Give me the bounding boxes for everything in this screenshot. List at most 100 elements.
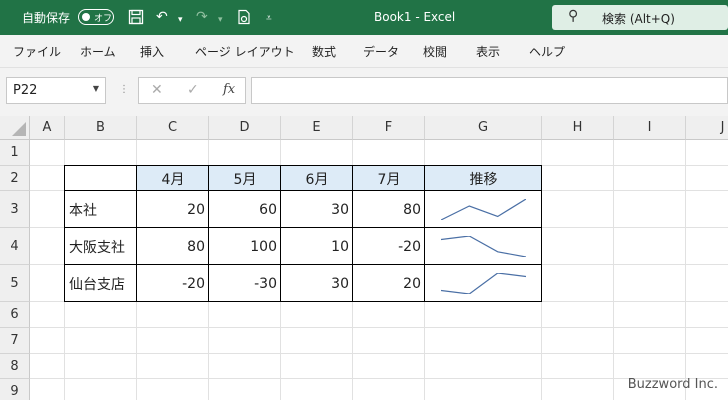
tab-insert[interactable]: 挿入 <box>140 43 164 60</box>
grid-line <box>685 140 686 400</box>
name-box[interactable]: P22 ▼ <box>6 77 106 104</box>
cancel-icon[interactable]: ✕ <box>151 82 163 98</box>
column-header-b[interactable]: B <box>65 116 137 140</box>
sparkline-series <box>441 273 526 294</box>
table-border <box>136 165 137 302</box>
toggle-knob <box>82 13 90 21</box>
tab-file[interactable]: ファイル <box>13 43 61 60</box>
title-bar: 自動保存 オフ ↶ ▾ ↷ ▾ ⩡ Book1 - Excel ⚲ 検索 (Al… <box>0 0 728 35</box>
ribbon-tabs: ファイル ホーム 挿入 ページ レイアウト 数式 データ 校閲 表示 ヘルプ <box>0 35 728 68</box>
row-label-cell[interactable]: 大阪支社 <box>65 228 137 265</box>
value-cell[interactable]: -30 <box>209 265 281 302</box>
select-all-corner[interactable] <box>0 116 30 140</box>
column-header-e[interactable]: E <box>281 116 353 140</box>
toggle-state-label: オフ <box>94 14 113 24</box>
more-icon: ⋮ <box>119 84 129 95</box>
table-border <box>280 165 281 302</box>
column-header-f[interactable]: F <box>353 116 425 140</box>
row-header-6[interactable]: 6 <box>0 302 30 328</box>
grid-line <box>613 140 614 400</box>
value-cell[interactable]: 30 <box>281 265 353 302</box>
redo-icon[interactable]: ↷ <box>196 9 208 25</box>
table-border <box>64 165 65 302</box>
value-cell[interactable]: -20 <box>137 265 209 302</box>
row-header-8[interactable]: 8 <box>0 354 30 379</box>
formula-input[interactable] <box>251 77 728 104</box>
value-cell[interactable]: 80 <box>353 191 425 228</box>
row-header-5[interactable]: 5 <box>0 265 30 302</box>
autosave-label: 自動保存 <box>22 11 71 25</box>
table-border <box>541 165 542 302</box>
row-label-cell[interactable]: 本社 <box>65 191 137 228</box>
value-cell[interactable]: 100 <box>209 228 281 265</box>
table-border <box>208 165 209 302</box>
autosave-toggle[interactable]: オフ <box>78 9 114 25</box>
grid-line <box>30 327 728 328</box>
tab-data[interactable]: データ <box>363 43 399 60</box>
grid-line <box>30 378 728 379</box>
search-label: 検索 (Alt+Q) <box>602 12 675 26</box>
chevron-down-icon[interactable]: ▼ <box>93 84 99 93</box>
tab-help[interactable]: ヘルプ <box>529 43 565 60</box>
document-title: Book1 - Excel <box>374 10 456 24</box>
value-cell[interactable]: 10 <box>281 228 353 265</box>
sparkline-series <box>441 236 526 257</box>
column-header-a[interactable]: A <box>30 116 65 140</box>
table-border <box>424 165 425 302</box>
redo-dropdown-icon[interactable]: ▾ <box>218 12 223 28</box>
row-header-7[interactable]: 7 <box>0 328 30 354</box>
header-cell[interactable]: 7月 <box>353 166 425 191</box>
header-cell[interactable]: 5月 <box>209 166 281 191</box>
column-header-j[interactable]: J <box>686 116 728 140</box>
search-icon: ⚲ <box>568 8 579 24</box>
table-border <box>64 190 542 191</box>
tab-page-layout[interactable]: ページ レイアウト <box>195 43 295 60</box>
print-preview-icon[interactable] <box>236 9 252 29</box>
formula-bar-area: P22 ▼ ⋮ ✕ ✓ fx <box>0 68 728 116</box>
row-header-1[interactable]: 1 <box>0 140 30 166</box>
tab-home[interactable]: ホーム <box>80 43 116 60</box>
column-header-d[interactable]: D <box>209 116 281 140</box>
column-header-i[interactable]: I <box>614 116 686 140</box>
value-cell[interactable]: 20 <box>353 265 425 302</box>
row-header-4[interactable]: 4 <box>0 228 30 265</box>
value-cell[interactable]: 30 <box>281 191 353 228</box>
table-border <box>64 301 542 302</box>
sparkline-chart <box>441 236 526 257</box>
save-icon[interactable] <box>128 9 144 29</box>
search-box[interactable]: ⚲ 検索 (Alt+Q) <box>552 5 728 30</box>
column-header-g[interactable]: G <box>425 116 542 140</box>
header-cell[interactable] <box>65 166 137 191</box>
column-header-c[interactable]: C <box>137 116 209 140</box>
tab-view[interactable]: 表示 <box>476 43 500 60</box>
enter-icon[interactable]: ✓ <box>187 82 199 98</box>
sparkline-chart <box>441 199 526 220</box>
table-border <box>64 165 542 166</box>
value-cell[interactable]: 20 <box>137 191 209 228</box>
header-cell[interactable]: 推移 <box>425 166 542 191</box>
header-cell[interactable]: 4月 <box>137 166 209 191</box>
undo-dropdown-icon[interactable]: ▾ <box>178 12 183 28</box>
insert-function-icon[interactable]: fx <box>223 82 235 97</box>
header-cell[interactable]: 6月 <box>281 166 353 191</box>
undo-icon[interactable]: ↶ <box>156 9 168 25</box>
formula-buttons: ✕ ✓ fx <box>138 77 246 104</box>
grid-line <box>30 353 728 354</box>
value-cell[interactable]: 60 <box>209 191 281 228</box>
watermark: Buzzword Inc. <box>627 377 718 392</box>
row-header-3[interactable]: 3 <box>0 191 30 228</box>
tab-formulas[interactable]: 数式 <box>312 43 336 60</box>
row-header-2[interactable]: 2 <box>0 166 30 191</box>
value-cell[interactable]: -20 <box>353 228 425 265</box>
row-label-cell[interactable]: 仙台支店 <box>65 265 137 302</box>
table-border <box>352 165 353 302</box>
column-header-h[interactable]: H <box>542 116 614 140</box>
customize-toolbar-icon[interactable]: ⩡ <box>266 11 272 27</box>
name-box-value: P22 <box>13 83 38 98</box>
table-border <box>64 264 542 265</box>
table-border <box>64 227 542 228</box>
sparkline-chart <box>441 273 526 294</box>
value-cell[interactable]: 80 <box>137 228 209 265</box>
row-header-9[interactable]: 9 <box>0 379 30 400</box>
tab-review[interactable]: 校閲 <box>423 43 447 60</box>
